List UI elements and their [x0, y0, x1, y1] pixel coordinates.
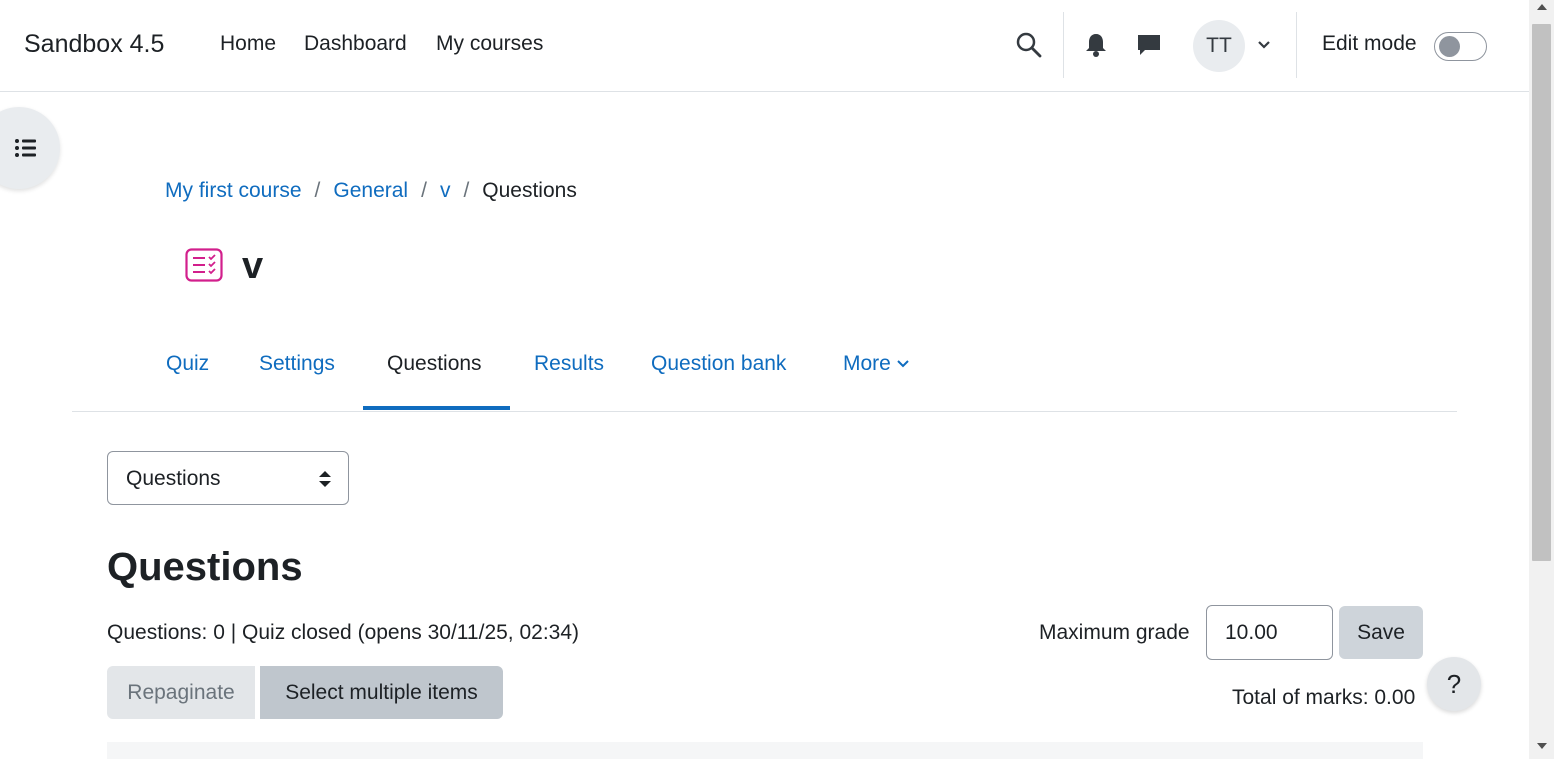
scroll-down-arrow-icon[interactable]: [1537, 743, 1547, 749]
secondary-navigation-tabs: Quiz Settings Questions Results Question…: [72, 340, 1457, 412]
maximum-grade-label: Maximum grade: [1039, 621, 1190, 644]
user-avatar[interactable]: TT: [1193, 20, 1245, 72]
navbar-divider: [1063, 12, 1064, 78]
tab-more[interactable]: More: [843, 352, 909, 376]
questions-list-container: [107, 742, 1423, 759]
course-index-drawer-button[interactable]: [0, 107, 60, 189]
select-arrows-icon: [319, 471, 331, 487]
breadcrumb-separator: /: [314, 179, 321, 202]
tab-results[interactable]: Results: [534, 352, 604, 376]
messages-chat-icon[interactable]: [1136, 33, 1162, 57]
scrollbar-thumb[interactable]: [1532, 24, 1551, 561]
tab-question-bank[interactable]: Question bank: [651, 352, 786, 376]
toggle-knob: [1439, 36, 1460, 57]
page-scrollbar[interactable]: [1529, 0, 1554, 759]
questions-page-select[interactable]: Questions: [107, 451, 349, 505]
section-heading: Questions: [107, 545, 303, 589]
repaginate-button[interactable]: Repaginate: [107, 666, 255, 719]
page-title: v: [242, 245, 264, 287]
breadcrumb-item-section[interactable]: General: [333, 179, 408, 203]
chevron-down-icon[interactable]: [1256, 38, 1272, 52]
site-brand[interactable]: Sandbox 4.5: [24, 30, 164, 59]
breadcrumb-current: Questions: [482, 179, 577, 202]
nav-my-courses-link[interactable]: My courses: [436, 32, 543, 56]
maximum-grade-input[interactable]: [1206, 605, 1333, 660]
nav-home-link[interactable]: Home: [220, 32, 276, 56]
save-button[interactable]: Save: [1339, 606, 1423, 659]
breadcrumb-separator: /: [421, 179, 427, 202]
chevron-down-icon: [897, 360, 909, 368]
tab-settings[interactable]: Settings: [259, 352, 335, 376]
quiz-status-text: Questions: 0 | Quiz closed (opens 30/11/…: [107, 621, 580, 644]
list-icon: [15, 139, 36, 157]
edit-mode-label: Edit mode: [1322, 32, 1417, 55]
breadcrumb-item-quiz[interactable]: v: [440, 179, 451, 203]
total-marks-text: Total of marks: 0.00: [1232, 686, 1416, 709]
edit-mode-toggle[interactable]: [1434, 32, 1487, 61]
breadcrumb-item-course[interactable]: My first course: [165, 179, 302, 203]
top-navbar: Sandbox 4.5 Home Dashboard My courses TT…: [0, 0, 1529, 92]
breadcrumb: My first course / General / v / Question…: [165, 179, 577, 203]
tab-questions[interactable]: Questions: [387, 352, 482, 376]
tab-more-label: More: [843, 352, 891, 375]
help-button[interactable]: ?: [1427, 657, 1481, 711]
navbar-divider: [1296, 12, 1297, 78]
active-tab-indicator: [363, 406, 510, 410]
scroll-up-arrow-icon[interactable]: [1537, 4, 1547, 10]
nav-dashboard-link[interactable]: Dashboard: [304, 32, 407, 56]
select-multiple-items-button[interactable]: Select multiple items: [260, 666, 503, 719]
notifications-bell-icon[interactable]: [1084, 32, 1108, 58]
breadcrumb-separator: /: [463, 179, 470, 202]
select-value: Questions: [126, 467, 221, 490]
search-icon[interactable]: [1015, 31, 1043, 59]
quiz-icon: [185, 248, 223, 282]
tab-quiz[interactable]: Quiz: [166, 352, 209, 376]
